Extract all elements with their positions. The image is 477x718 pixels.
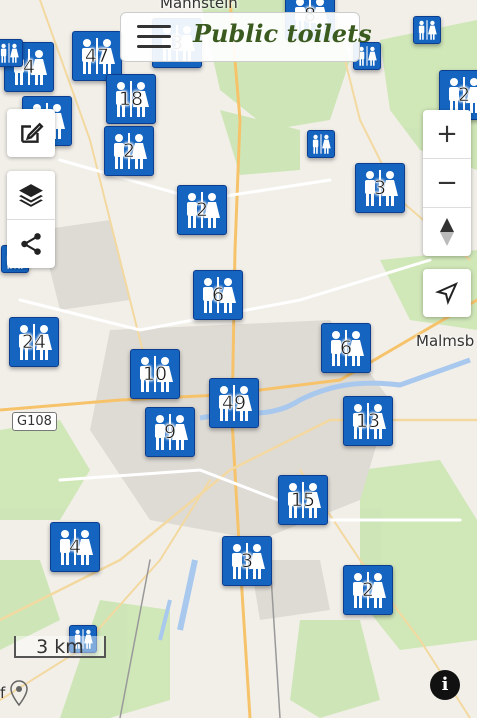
toilet-cluster-marker[interactable]: 18: [106, 74, 156, 124]
cluster-count: 2: [361, 579, 375, 602]
place-label-mannstein: Mannstein: [160, 0, 238, 12]
toilet-cluster-marker[interactable]: 13: [343, 396, 393, 446]
toilet-pictogram-icon: [418, 20, 437, 40]
cluster-count: 2: [122, 140, 136, 163]
toilet-pictogram-icon: [312, 134, 331, 154]
cluster-count: 4: [68, 536, 82, 559]
toilet-cluster-marker[interactable]: 15: [278, 475, 328, 525]
cluster-count: 47: [84, 45, 110, 68]
toilet-marker[interactable]: [0, 39, 23, 67]
zoom-in-button[interactable]: +: [423, 110, 471, 158]
compass-icon: [440, 218, 454, 246]
cluster-count: 2: [457, 84, 471, 107]
toilet-cluster-marker[interactable]: 3: [355, 163, 405, 213]
toilet-cluster-marker[interactable]: 2: [177, 185, 227, 235]
locate-arrow-icon: [435, 282, 458, 305]
toilet-cluster-marker[interactable]: 2: [104, 126, 154, 176]
hamburger-menu-icon[interactable]: [137, 23, 171, 51]
cluster-count: 9: [163, 421, 177, 444]
cluster-count: 15: [290, 489, 316, 512]
cluster-count: 3: [373, 177, 387, 200]
toilet-cluster-marker[interactable]: 49: [209, 378, 259, 428]
cluster-count: 18: [118, 88, 144, 111]
place-label-malmsb: Malmsb: [416, 332, 475, 350]
reset-north-button[interactable]: [423, 207, 471, 256]
edit-button[interactable]: [7, 109, 55, 157]
map-pin-icon: [10, 680, 28, 706]
left-control-group: [7, 171, 55, 268]
info-button[interactable]: i: [430, 670, 460, 700]
toilet-cluster-marker[interactable]: 3: [222, 536, 272, 586]
edit-icon: [21, 122, 44, 143]
cluster-count: 6: [211, 284, 225, 307]
layers-icon: [19, 184, 43, 207]
scale-bar: 3 km: [14, 636, 106, 658]
toilet-cluster-marker[interactable]: 4: [50, 522, 100, 572]
share-button[interactable]: [7, 219, 55, 268]
locate-button[interactable]: [423, 269, 471, 317]
toilet-cluster-marker[interactable]: 2: [343, 565, 393, 615]
toilet-pictogram-icon: [0, 43, 19, 63]
road-shield-g108: G108: [12, 412, 57, 431]
toilet-cluster-marker[interactable]: 10: [130, 349, 180, 399]
toilet-cluster-marker[interactable]: 6: [321, 323, 371, 373]
toilet-marker[interactable]: [307, 130, 335, 158]
zoom-control: + −: [423, 110, 471, 256]
cluster-count: 24: [21, 331, 47, 354]
layers-button[interactable]: [7, 171, 55, 219]
toilet-marker[interactable]: [413, 16, 441, 44]
app-title: Public toilets: [193, 19, 372, 48]
cluster-count: 6: [339, 337, 353, 360]
app-header: Public toilets: [120, 12, 372, 62]
toilet-cluster-marker[interactable]: 24: [9, 317, 59, 367]
zoom-out-button[interactable]: −: [423, 158, 471, 207]
cluster-count: 13: [355, 410, 381, 433]
cluster-count: 3: [240, 550, 254, 573]
share-icon: [21, 233, 41, 255]
toilet-cluster-marker[interactable]: 9: [145, 407, 195, 457]
cluster-count: 49: [221, 392, 247, 415]
toilet-cluster-marker[interactable]: 6: [193, 270, 243, 320]
attribution-fragment: f: [0, 684, 6, 702]
edit-control: [7, 109, 55, 157]
cluster-count: 2: [195, 199, 209, 222]
cluster-count: 10: [142, 363, 168, 386]
locate-control: [423, 269, 471, 317]
